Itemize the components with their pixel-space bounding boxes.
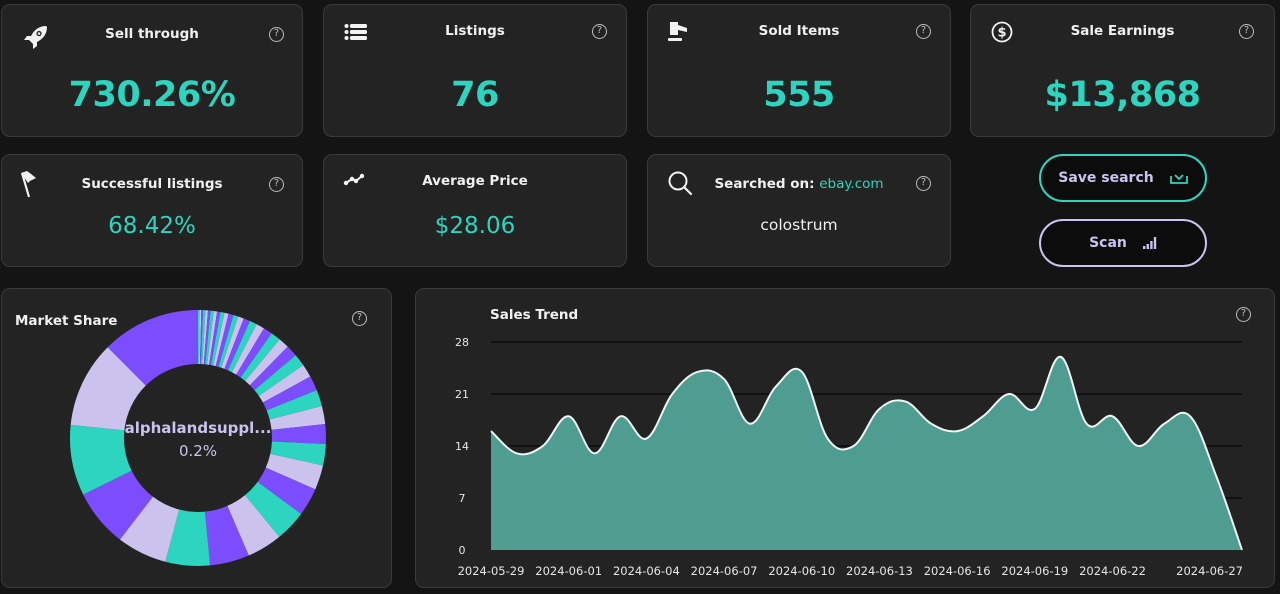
searched-on-site[interactable]: ebay.com <box>819 176 883 192</box>
x-tick-label: 2024-06-19 <box>1001 564 1068 578</box>
help-icon[interactable]: ? <box>1239 24 1254 39</box>
x-tick-label: 2024-06-13 <box>846 564 913 578</box>
sales-trend-panel: Sales Trend ? 0 7 14 21 28 2024-05-29 2024-06… <box>415 288 1275 588</box>
x-tick-label: 2024-06-04 <box>613 564 680 578</box>
x-tick-label: 2024-06-10 <box>768 564 835 578</box>
y-tick-label: 0 <box>459 544 466 557</box>
sold-items-card: Sold Items ? 555 <box>647 4 951 137</box>
x-tick-label: 2024-06-01 <box>535 564 602 578</box>
help-icon[interactable]: ? <box>269 177 284 192</box>
scan-button[interactable]: Scan <box>1039 219 1207 267</box>
sales-trend-chart: 0 7 14 21 28 2024-05-29 2024-06-01 2024-06-04 2… <box>455 336 1243 578</box>
help-icon[interactable]: ? <box>916 24 931 39</box>
scan-label: Scan <box>1089 235 1127 251</box>
sale-earnings-value: $13,868 <box>1044 75 1201 115</box>
x-tick-label: 2024-06-27 <box>1176 564 1243 578</box>
tray-download-icon <box>1169 174 1188 184</box>
help-icon[interactable]: ? <box>592 24 607 39</box>
market-share-panel: Market Share ? alphalandsuppl... 0.2% <box>1 288 392 588</box>
average-price-value: $28.06 <box>434 213 516 239</box>
search-query: colostrum <box>760 216 838 234</box>
successful-listings-label: Successful listings <box>81 176 223 192</box>
donut-center-label: alphalandsuppl... <box>125 419 272 437</box>
searched-on-label: Searched on: ebay.com <box>648 176 950 192</box>
sold-items-label: Sold Items <box>758 23 840 39</box>
sold-items-value: 555 <box>763 75 835 115</box>
signal-bars-icon <box>1142 237 1157 249</box>
y-tick-label: 21 <box>455 388 469 401</box>
sale-earnings-card: $ Sale Earnings ? $13,868 <box>970 4 1275 137</box>
successful-listings-card: Successful listings ? 68.42% <box>1 154 303 267</box>
listings-label: Listings <box>445 23 505 39</box>
average-price-card: Average Price $28.06 <box>323 154 627 267</box>
y-tick-label: 14 <box>455 440 469 453</box>
average-price-label: Average Price <box>422 173 528 189</box>
help-icon[interactable]: ? <box>916 176 931 191</box>
searched-on-card: Searched on: ebay.com ? colostrum <box>647 154 951 267</box>
successful-listings-value: 68.42% <box>108 213 196 239</box>
y-tick-label: 28 <box>455 336 469 349</box>
searched-on-prefix: Searched on: <box>714 176 815 192</box>
sales-trend-area <box>491 356 1242 550</box>
sale-earnings-label: Sale Earnings <box>1070 23 1175 39</box>
x-tick-label: 2024-06-07 <box>691 564 758 578</box>
save-search-label: Save search <box>1058 170 1154 186</box>
y-tick-label: 7 <box>459 492 466 505</box>
listings-value: 76 <box>451 75 499 115</box>
sell-through-label: Sell through <box>105 26 199 42</box>
sell-through-card: Sell through ? 730.26% <box>1 4 303 137</box>
x-tick-label: 2024-06-16 <box>924 564 991 578</box>
market-share-donut: alphalandsuppl... 0.2% <box>70 310 326 566</box>
save-search-button[interactable]: Save search <box>1039 154 1207 202</box>
help-icon[interactable]: ? <box>269 27 284 42</box>
listings-card: Listings ? 76 <box>323 4 627 137</box>
sell-through-value: 730.26% <box>68 75 236 115</box>
x-tick-label: 2024-05-29 <box>458 564 525 578</box>
donut-center-value: 0.2% <box>179 442 217 460</box>
x-tick-label: 2024-06-22 <box>1079 564 1146 578</box>
